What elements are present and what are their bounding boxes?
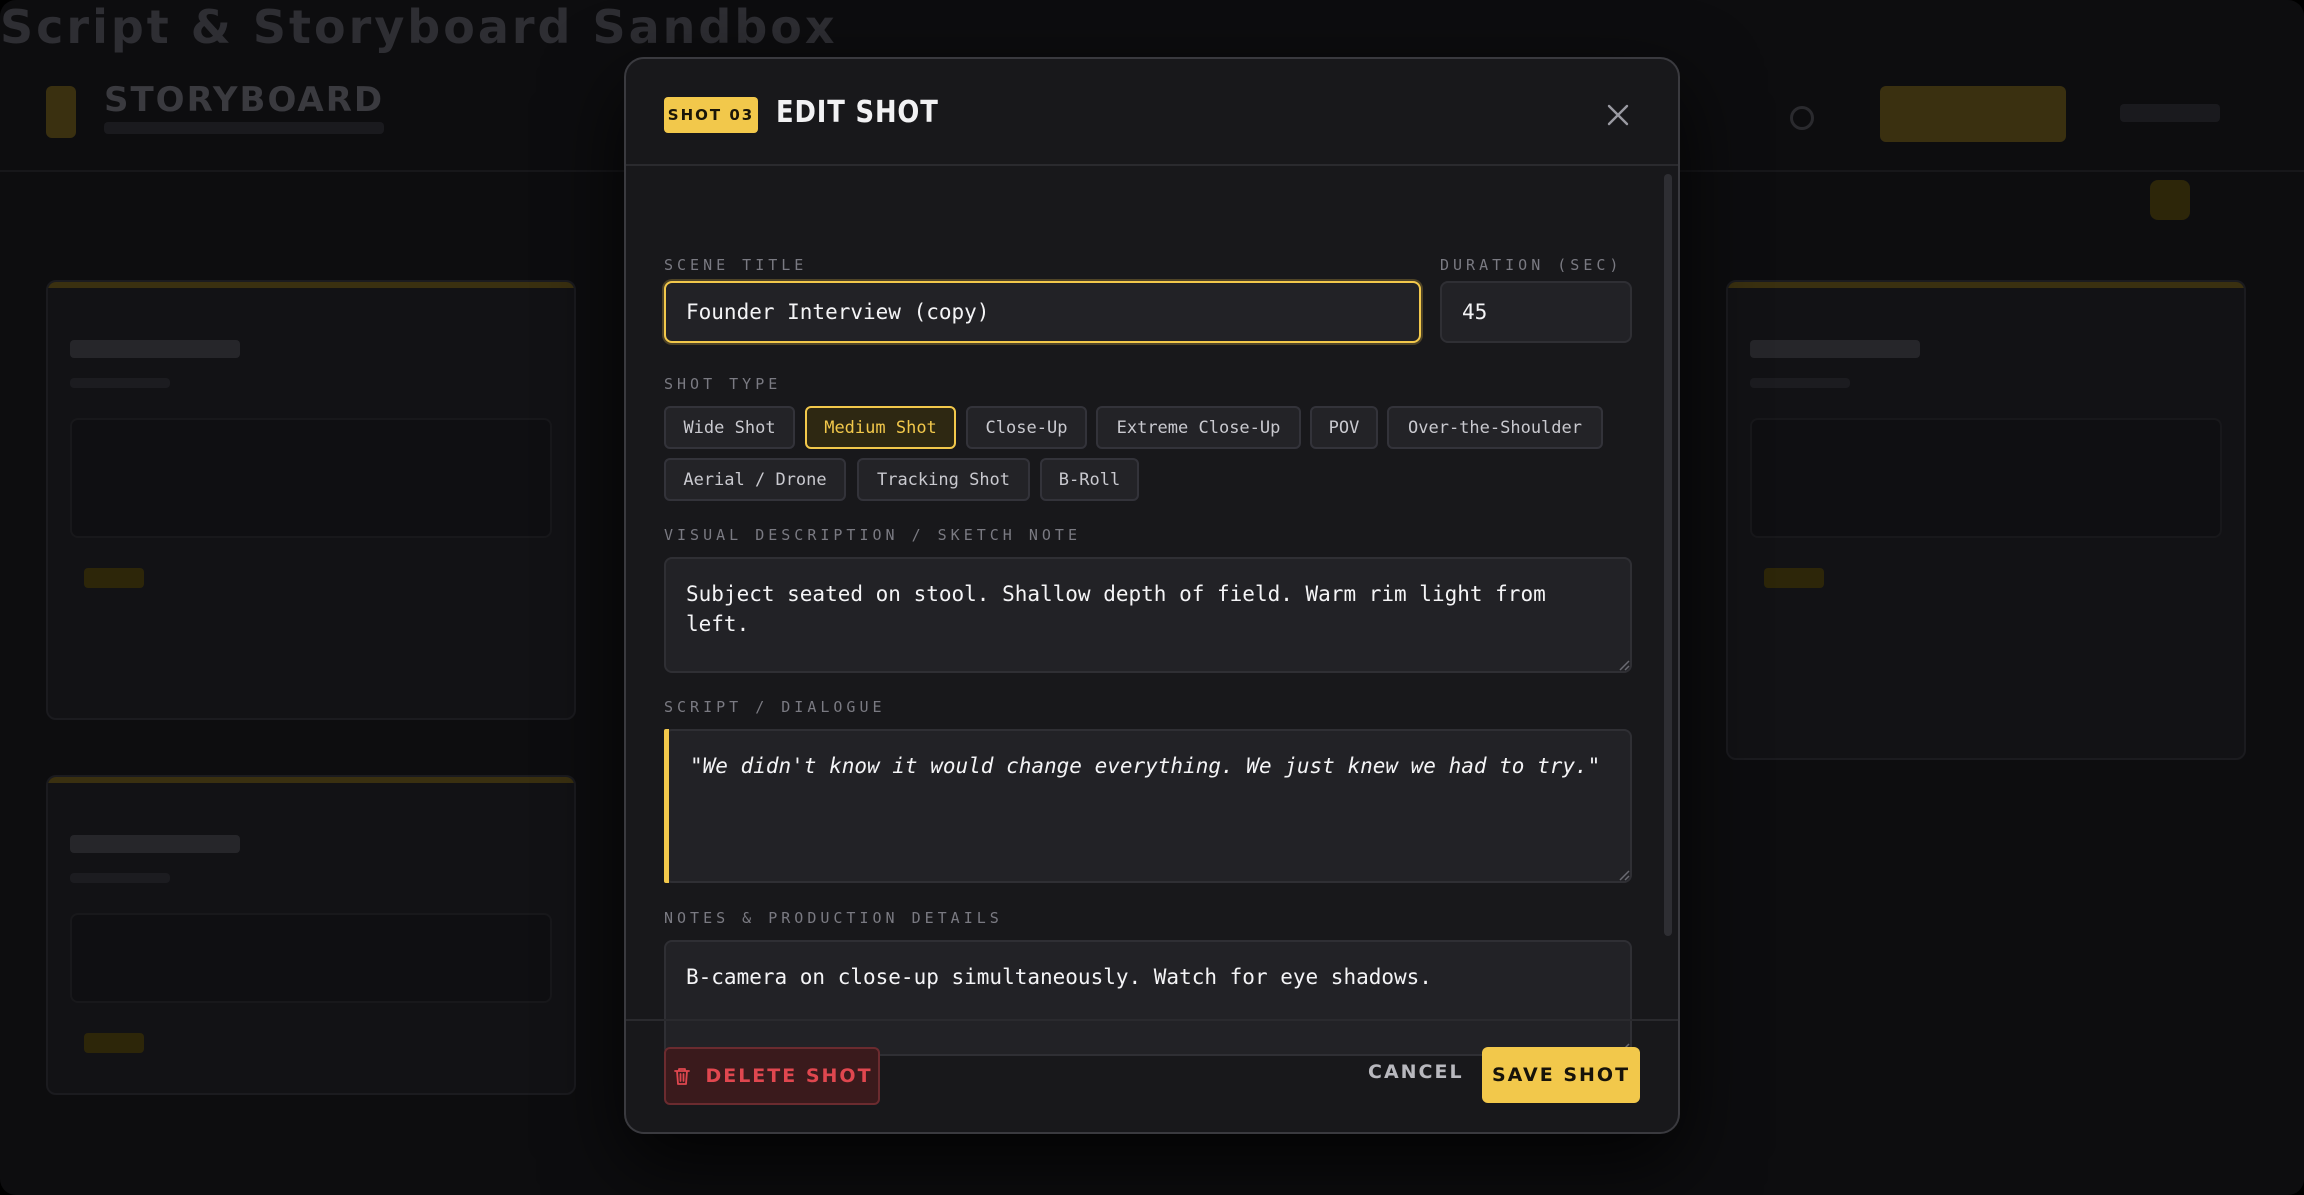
delete-shot-label: DELETE SHOT xyxy=(705,1065,873,1087)
bg-shot-card xyxy=(1726,280,2246,760)
edit-shot-modal: SHOT 03 EDIT SHOT SCENE TITLE DURATION (… xyxy=(624,57,1680,1134)
chip-wide-shot[interactable]: Wide Shot xyxy=(664,406,795,449)
save-shot-button[interactable]: SAVE SHOT xyxy=(1482,1047,1640,1103)
chip-extreme-close-up[interactable]: Extreme Close-Up xyxy=(1096,406,1301,449)
trash-icon xyxy=(671,1065,693,1087)
script-dialogue-textarea[interactable]: "We didn't know it would change everythi… xyxy=(664,729,1632,883)
script-dialogue-label: SCRIPT / DIALOGUE xyxy=(664,698,886,716)
modal-footer: DELETE SHOT CANCEL SAVE SHOT xyxy=(626,1019,1678,1132)
chip-b-roll[interactable]: B-Roll xyxy=(1040,458,1139,501)
chip-aerial-drone[interactable]: Aerial / Drone xyxy=(664,458,846,501)
bg-settings-icon xyxy=(1790,106,1814,130)
brand-subtitle-placeholder xyxy=(104,122,384,134)
modal-scrollbar[interactable] xyxy=(1664,174,1672,936)
close-icon[interactable] xyxy=(1604,101,1632,129)
quote-accent-bar xyxy=(664,729,669,883)
shot-type-label: SHOT TYPE xyxy=(664,375,782,393)
scene-title-input[interactable] xyxy=(664,281,1421,343)
scene-title-label: SCENE TITLE xyxy=(664,256,808,274)
modal-header: SHOT 03 EDIT SHOT xyxy=(626,59,1678,166)
chip-close-up[interactable]: Close-Up xyxy=(966,406,1087,449)
bg-user-menu xyxy=(2120,104,2220,122)
notes-label: NOTES & PRODUCTION DETAILS xyxy=(664,909,1003,927)
modal-title: EDIT SHOT xyxy=(776,95,939,130)
visual-description-label: VISUAL DESCRIPTION / SKETCH NOTE xyxy=(664,526,1081,544)
chip-medium-shot[interactable]: Medium Shot xyxy=(805,406,956,449)
app-logo xyxy=(46,86,76,138)
bg-add-button xyxy=(1880,86,2066,142)
bg-filter-pill xyxy=(2150,180,2190,220)
shot-number-badge: SHOT 03 xyxy=(664,97,758,133)
cancel-button[interactable]: CANCEL xyxy=(1368,1061,1464,1083)
chip-pov[interactable]: POV xyxy=(1310,406,1378,449)
duration-label: DURATION (SEC) xyxy=(1440,256,1623,274)
brand-name: STORYBOARD xyxy=(104,80,385,120)
bg-shot-card xyxy=(46,775,576,1095)
delete-shot-button[interactable]: DELETE SHOT xyxy=(664,1047,880,1105)
duration-input[interactable] xyxy=(1440,281,1632,343)
chip-tracking-shot[interactable]: Tracking Shot xyxy=(857,458,1030,501)
bg-shot-card xyxy=(46,280,576,720)
visual-description-textarea[interactable]: Subject seated on stool. Shallow depth o… xyxy=(664,557,1632,673)
app-title: Script & Storyboard Sandbox xyxy=(0,0,838,54)
modal-body: SCENE TITLE DURATION (SEC) SHOT TYPE Wid… xyxy=(626,168,1678,1080)
chip-over-the-shoulder[interactable]: Over-the-Shoulder xyxy=(1387,406,1603,449)
